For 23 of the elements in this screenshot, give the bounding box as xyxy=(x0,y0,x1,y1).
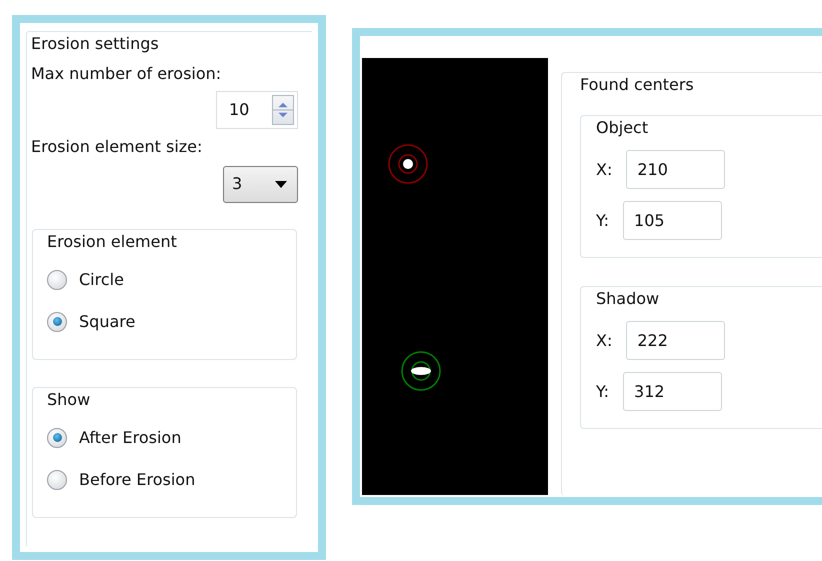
radio-button[interactable] xyxy=(47,312,67,332)
spin-arrows-icon[interactable] xyxy=(272,94,294,125)
radio-label[interactable]: Square xyxy=(79,310,136,334)
field-label: X: xyxy=(596,330,612,352)
radio-button[interactable] xyxy=(47,270,67,290)
field-label: Max number of erosion: xyxy=(31,64,222,85)
field-label: Erosion element size: xyxy=(31,136,204,158)
caret-icon xyxy=(275,180,287,188)
radio-button[interactable] xyxy=(47,428,67,448)
field-label: Y: xyxy=(596,380,610,402)
coordinate-field[interactable]: 222 xyxy=(626,321,726,360)
radio-label[interactable]: Before Erosion xyxy=(79,468,196,492)
size-dropdown[interactable]: 3 xyxy=(223,166,298,203)
radio-button[interactable] xyxy=(47,470,67,490)
radio-label[interactable]: After Erosion xyxy=(79,426,182,450)
coordinate-field[interactable]: 312 xyxy=(623,372,722,411)
spin-box[interactable]: 10 xyxy=(216,90,298,129)
coordinate-field[interactable]: 210 xyxy=(626,150,726,189)
radio-label[interactable]: Circle xyxy=(79,268,124,292)
spin-value: 10 xyxy=(229,98,250,121)
field-label: X: xyxy=(596,158,612,180)
field-label: Y: xyxy=(596,210,610,232)
coordinate-field[interactable]: 105 xyxy=(623,201,722,240)
